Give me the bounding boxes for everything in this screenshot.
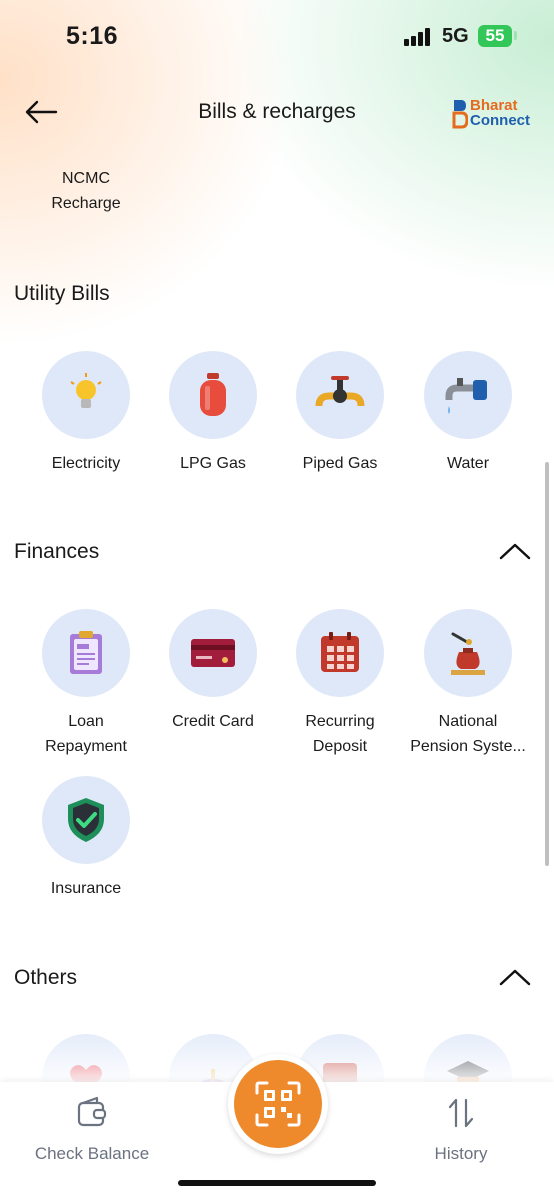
brand-line2: Connect bbox=[470, 112, 530, 129]
history-label: History bbox=[434, 1144, 488, 1163]
utility-bills-title: Utility Bills bbox=[14, 282, 110, 305]
pension-label-line1: National bbox=[438, 713, 498, 730]
recurring-deposit-icon-circle bbox=[296, 609, 384, 697]
insurance-icon-circle bbox=[42, 776, 130, 864]
credit-card-icon bbox=[191, 639, 235, 667]
credit-card-icon-circle bbox=[169, 609, 257, 697]
water-label: Water bbox=[446, 455, 490, 472]
network-type: 5G bbox=[442, 25, 469, 47]
tap-icon bbox=[445, 378, 487, 414]
signal-icon bbox=[404, 28, 434, 46]
brand-line1: Bharat bbox=[470, 97, 518, 114]
wallet-icon bbox=[77, 1096, 107, 1127]
piped-gas-label: Piped Gas bbox=[302, 455, 378, 472]
ncmc-recharge-tile[interactable]: NCMC Recharge bbox=[26, 166, 146, 216]
finances-collapse-chevron-icon[interactable] bbox=[498, 540, 532, 562]
insurance-label: Insurance bbox=[22, 876, 150, 901]
shield-check-icon bbox=[68, 798, 104, 842]
national-pension-tile[interactable]: National Pension Syste... bbox=[404, 609, 532, 759]
calendar-icon bbox=[321, 632, 359, 672]
status-bar: 5:16 5G 55 bbox=[0, 0, 554, 74]
status-time: 5:16 bbox=[66, 22, 119, 50]
money-bag-icon bbox=[451, 632, 485, 675]
others-title: Others bbox=[14, 966, 78, 989]
insurance-tile[interactable]: Insurance bbox=[22, 776, 150, 901]
battery-nub bbox=[514, 31, 517, 40]
others-collapse-chevron-icon[interactable] bbox=[498, 966, 532, 988]
pension-label-line2: Pension Syste... bbox=[410, 738, 526, 755]
check-balance-label: Check Balance bbox=[34, 1144, 150, 1163]
lpg-gas-label: LPG Gas bbox=[180, 455, 246, 472]
recurring-label-line2: Deposit bbox=[312, 738, 368, 755]
credit-card-label: Credit Card bbox=[149, 709, 277, 734]
recurring-label-line1: Recurring bbox=[305, 713, 375, 730]
bulb-icon bbox=[70, 373, 102, 408]
piped-gas-tile[interactable]: Piped Gas bbox=[276, 351, 404, 476]
loan-clipboard-icon bbox=[70, 631, 102, 674]
ncmc-label-line2: Recharge bbox=[51, 195, 121, 212]
history-arrows-icon bbox=[448, 1098, 474, 1128]
scan-qr-button[interactable] bbox=[228, 1054, 328, 1154]
pipe-icon bbox=[315, 376, 365, 407]
loan-label-line1: Loan bbox=[68, 713, 104, 730]
bharat-connect-mark-icon bbox=[452, 100, 468, 129]
loan-icon-circle bbox=[42, 609, 130, 697]
loan-repayment-tile[interactable]: Loan Repayment bbox=[22, 609, 150, 759]
gas-cylinder-icon bbox=[200, 373, 226, 416]
page-header: Bills & recharges Bharat Connect bbox=[0, 74, 554, 152]
loan-label-line2: Repayment bbox=[45, 738, 127, 755]
home-indicator bbox=[178, 1180, 376, 1186]
recurring-deposit-label: Recurring Deposit bbox=[276, 709, 404, 759]
lpg-icon-circle bbox=[169, 351, 257, 439]
loan-repayment-label: Loan Repayment bbox=[22, 709, 150, 759]
insurance-label-line1: Insurance bbox=[50, 880, 122, 897]
piped-gas-icon-circle bbox=[296, 351, 384, 439]
electricity-tile[interactable]: Electricity bbox=[22, 351, 150, 476]
brand-text: Bharat Connect bbox=[470, 98, 530, 128]
ncmc-label-line1: NCMC bbox=[62, 170, 110, 187]
pension-icon-circle bbox=[424, 609, 512, 697]
qr-scan-icon bbox=[255, 1081, 301, 1127]
water-icon-circle bbox=[424, 351, 512, 439]
national-pension-label: National Pension Syste... bbox=[404, 709, 532, 759]
history-nav[interactable]: History bbox=[406, 1096, 516, 1164]
check-balance-nav[interactable]: Check Balance bbox=[22, 1096, 162, 1164]
battery-icon: 55 bbox=[478, 25, 512, 47]
battery-level: 55 bbox=[485, 26, 505, 45]
lpg-gas-tile[interactable]: LPG Gas bbox=[149, 351, 277, 476]
scrollbar[interactable] bbox=[545, 462, 549, 866]
water-tile[interactable]: Water bbox=[404, 351, 532, 476]
finances-title: Finances bbox=[14, 540, 100, 563]
electricity-label: Electricity bbox=[51, 455, 121, 472]
credit-card-tile[interactable]: Credit Card bbox=[149, 609, 277, 734]
credit-card-label-line1: Credit Card bbox=[172, 713, 254, 730]
electricity-icon-circle bbox=[42, 351, 130, 439]
recurring-deposit-tile[interactable]: Recurring Deposit bbox=[276, 609, 404, 759]
bharat-connect-logo: Bharat Connect bbox=[452, 98, 536, 130]
